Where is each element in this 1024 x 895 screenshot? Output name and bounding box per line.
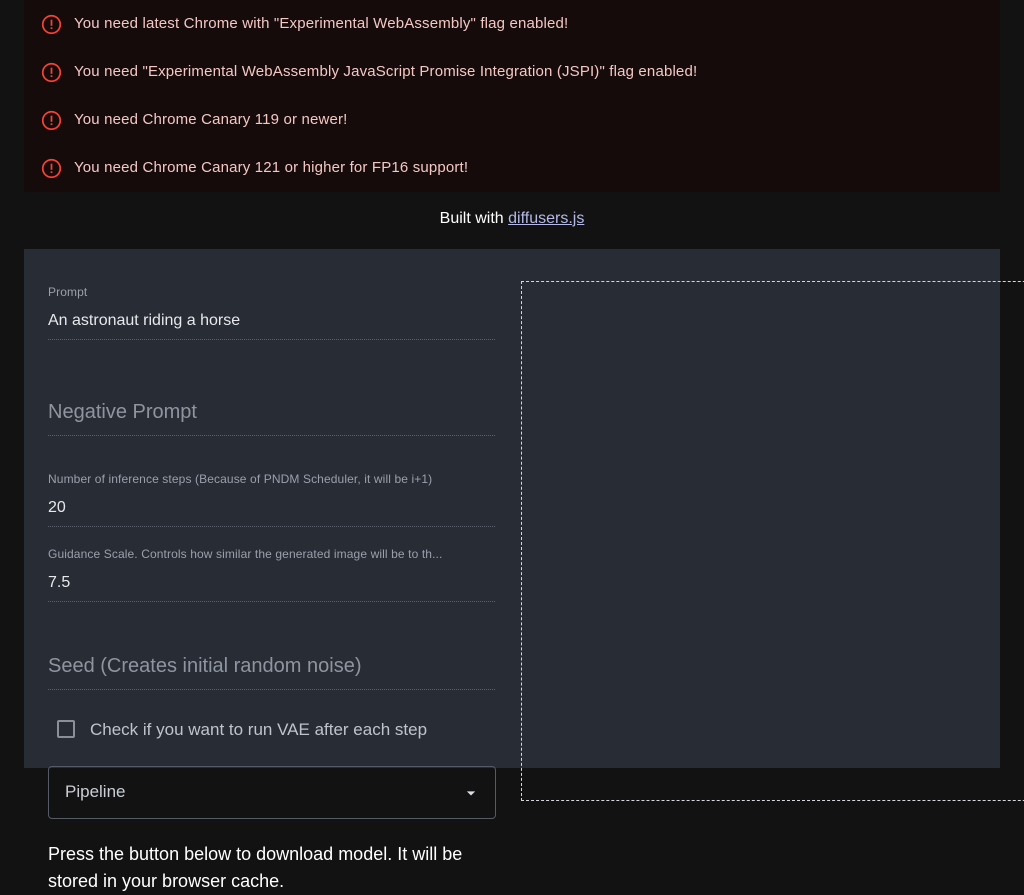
alert-item: You need "Experimental WebAssembly JavaS… <box>24 48 1000 96</box>
prompt-underline <box>48 339 496 340</box>
error-circle-icon <box>40 13 62 35</box>
seed-field[interactable]: Seed (Creates initial random noise) <box>48 621 496 690</box>
attribution-prefix: Built with <box>439 210 509 227</box>
image-output-placeholder <box>521 281 1024 801</box>
negative-prompt-field[interactable]: Negative Prompt <box>48 367 496 436</box>
attribution-line: Built with diffusers.js <box>0 192 1024 245</box>
alert-item: You need Chrome Canary 121 or higher for… <box>24 144 1000 192</box>
negative-prompt-underline <box>48 434 496 436</box>
seed-underline <box>48 688 496 690</box>
guidance-scale-underline <box>48 600 496 602</box>
seed-placeholder[interactable]: Seed (Creates initial random noise) <box>48 621 496 689</box>
guidance-scale-input[interactable]: 7.5 <box>48 571 496 601</box>
error-circle-icon <box>40 157 62 179</box>
diffusers-js-link[interactable]: diffusers.js <box>508 210 584 227</box>
inference-steps-field[interactable]: Number of inference steps (Because of PN… <box>48 452 496 527</box>
error-circle-icon <box>40 109 62 131</box>
alert-item: You need Chrome Canary 119 or newer! <box>24 96 1000 144</box>
guidance-scale-field[interactable]: Guidance Scale. Controls how similar the… <box>48 527 496 602</box>
prompt-field[interactable]: Prompt An astronaut riding a horse <box>48 265 496 340</box>
alert-item: You need latest Chrome with "Experimenta… <box>24 0 1000 48</box>
error-circle-icon <box>40 61 62 83</box>
inference-steps-input[interactable]: 20 <box>48 496 496 526</box>
download-model-helper-text: Press the button below to download model… <box>48 844 463 891</box>
prompt-input[interactable]: An astronaut riding a horse <box>48 309 496 339</box>
prompt-label: Prompt <box>48 285 88 299</box>
inference-steps-label: Number of inference steps (Because of PN… <box>48 471 433 486</box>
pipeline-select[interactable]: Pipeline <box>48 766 496 819</box>
pipeline-select-value: Pipeline <box>65 782 126 802</box>
alert-message: You need latest Chrome with "Experimenta… <box>74 15 569 33</box>
negative-prompt-placeholder[interactable]: Negative Prompt <box>48 367 496 435</box>
alert-message: You need "Experimental WebAssembly JavaS… <box>74 63 698 81</box>
vae-checkbox-label: Check if you want to run VAE after each … <box>90 719 428 739</box>
alert-stack: You need latest Chrome with "Experimenta… <box>24 0 1000 192</box>
alert-message: You need Chrome Canary 121 or higher for… <box>74 159 469 177</box>
alert-message: You need Chrome Canary 119 or newer! <box>74 111 348 129</box>
vae-checkbox-row[interactable]: Check if you want to run VAE after each … <box>48 690 496 743</box>
chevron-down-icon[interactable] <box>461 783 481 803</box>
guidance-scale-label: Guidance Scale. Controls how similar the… <box>48 546 443 561</box>
vae-checkbox[interactable] <box>57 720 75 739</box>
settings-column: Prompt An astronaut riding a horse Negat… <box>24 249 520 891</box>
